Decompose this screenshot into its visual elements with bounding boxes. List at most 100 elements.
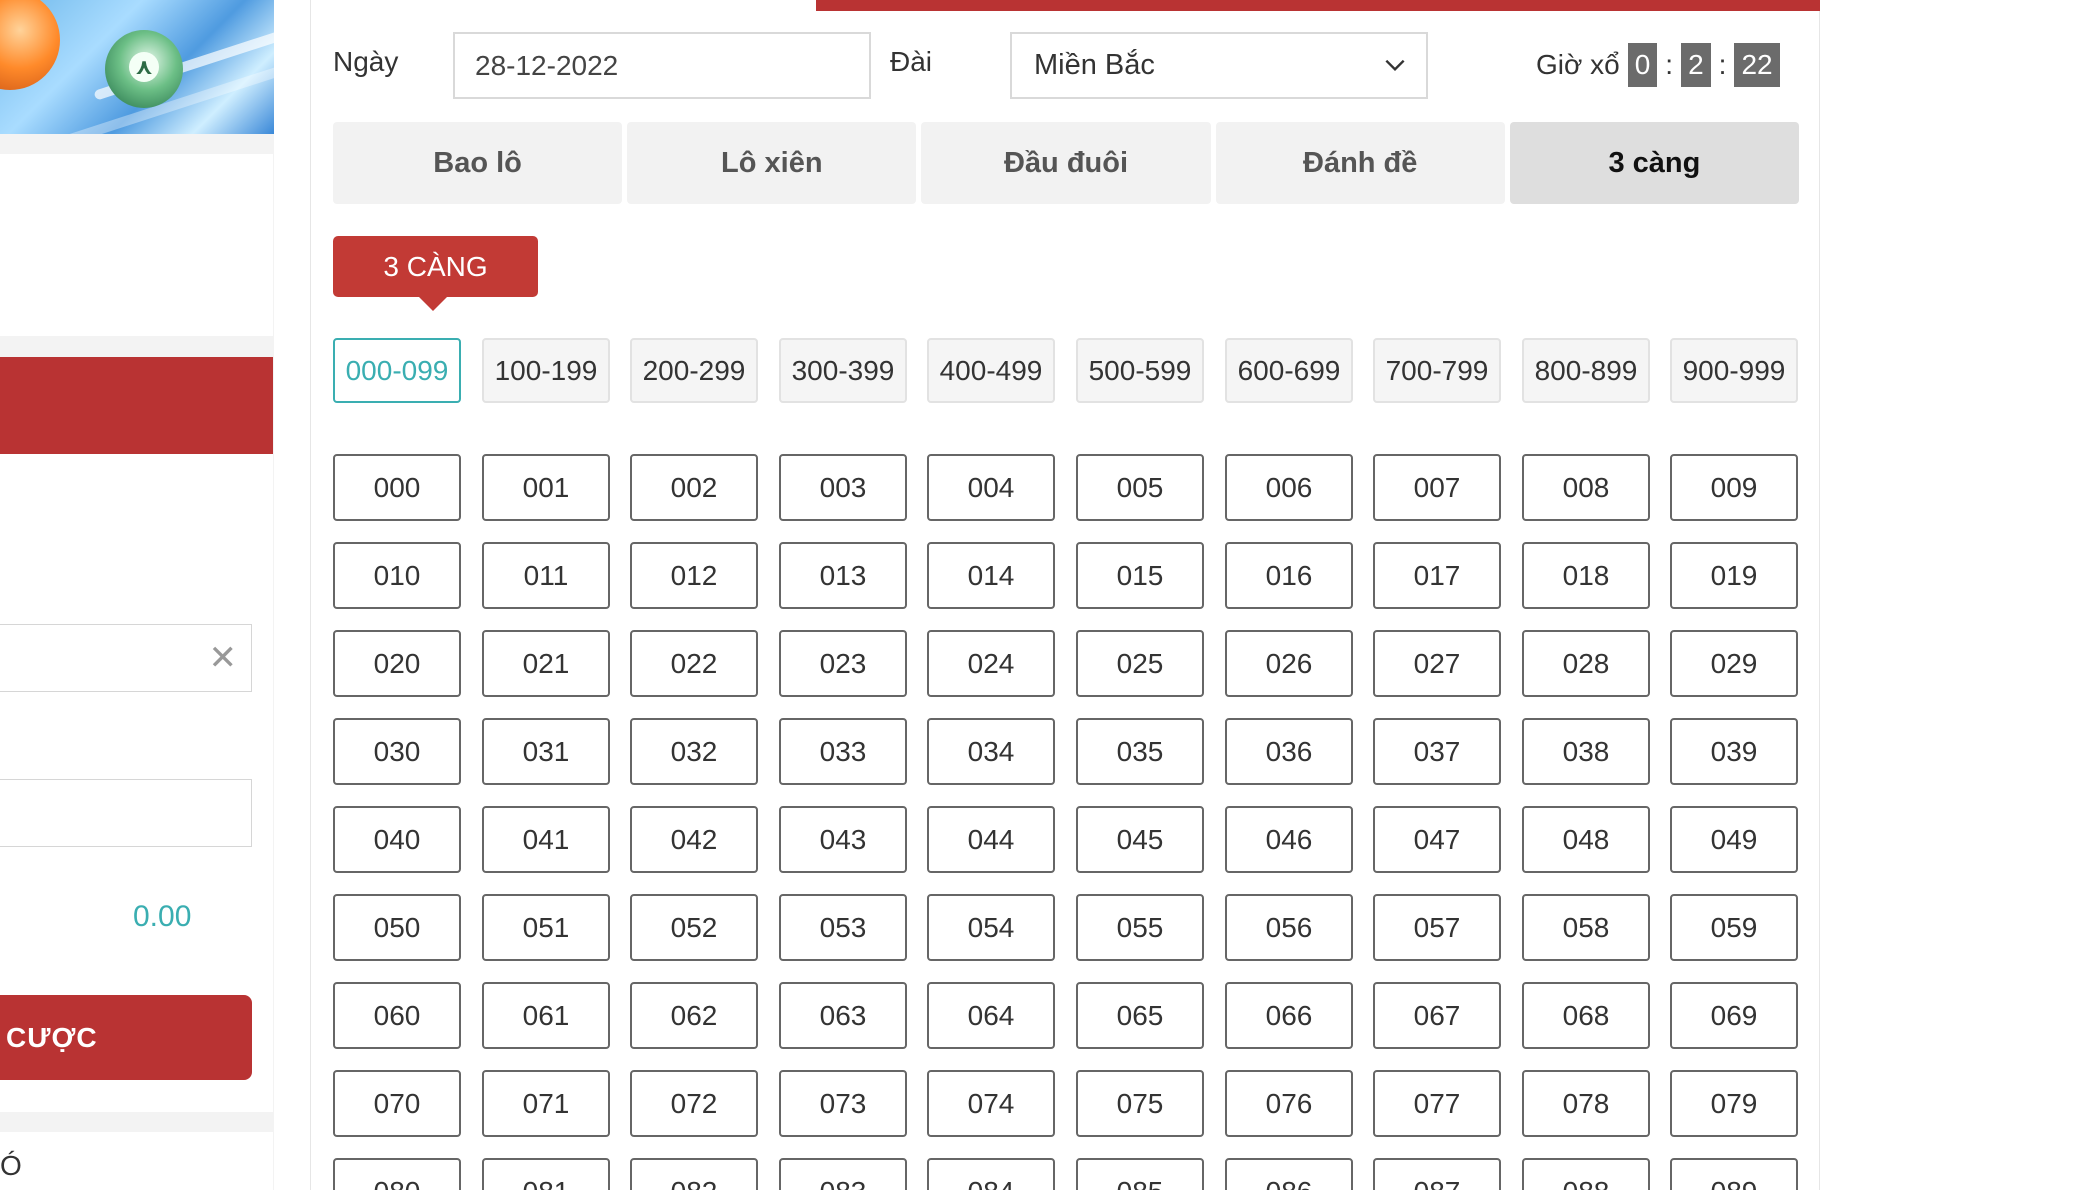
number-button[interactable]: 047 [1373,806,1501,873]
range-button[interactable]: 000-099 [333,338,461,403]
number-button[interactable]: 050 [333,894,461,961]
tab-dau-duoi[interactable]: Đầu đuôi [921,122,1211,204]
number-button[interactable]: 013 [779,542,907,609]
number-button[interactable]: 053 [779,894,907,961]
number-button[interactable]: 079 [1670,1070,1798,1137]
number-button[interactable]: 065 [1076,982,1204,1049]
number-button[interactable]: 023 [779,630,907,697]
number-button[interactable]: 074 [927,1070,1055,1137]
number-button[interactable]: 049 [1670,806,1798,873]
number-button[interactable]: 039 [1670,718,1798,785]
range-button[interactable]: 800-899 [1522,338,1650,403]
number-button[interactable]: 073 [779,1070,907,1137]
number-button[interactable]: 032 [630,718,758,785]
number-button[interactable]: 006 [1225,454,1353,521]
range-button[interactable]: 400-499 [927,338,1055,403]
number-button[interactable]: 055 [1076,894,1204,961]
date-input[interactable] [453,32,871,99]
number-button[interactable]: 054 [927,894,1055,961]
number-button[interactable]: 076 [1225,1070,1353,1137]
range-button[interactable]: 600-699 [1225,338,1353,403]
number-button[interactable]: 072 [630,1070,758,1137]
number-button[interactable]: 044 [927,806,1055,873]
range-button[interactable]: 300-399 [779,338,907,403]
number-button[interactable]: 051 [482,894,610,961]
number-button[interactable]: 030 [333,718,461,785]
number-button[interactable]: 069 [1670,982,1798,1049]
number-button[interactable]: 081 [482,1158,610,1190]
number-button[interactable]: 036 [1225,718,1353,785]
place-bet-button[interactable]: CƯỢC [0,995,252,1080]
number-button[interactable]: 002 [630,454,758,521]
number-button[interactable]: 082 [630,1158,758,1190]
number-button[interactable]: 015 [1076,542,1204,609]
range-button[interactable]: 900-999 [1670,338,1798,403]
number-button[interactable]: 083 [779,1158,907,1190]
number-button[interactable]: 034 [927,718,1055,785]
number-button[interactable]: 016 [1225,542,1353,609]
number-button[interactable]: 061 [482,982,610,1049]
number-button[interactable]: 045 [1076,806,1204,873]
number-button[interactable]: 058 [1522,894,1650,961]
number-button[interactable]: 028 [1522,630,1650,697]
number-button[interactable]: 031 [482,718,610,785]
number-button[interactable]: 020 [333,630,461,697]
close-icon[interactable]: ✕ [209,638,238,678]
number-button[interactable]: 041 [482,806,610,873]
number-button[interactable]: 080 [333,1158,461,1190]
tab-3-cang[interactable]: 3 càng [1509,122,1800,204]
number-button[interactable]: 001 [482,454,610,521]
number-button[interactable]: 018 [1522,542,1650,609]
number-button[interactable]: 000 [333,454,461,521]
number-button[interactable]: 043 [779,806,907,873]
number-button[interactable]: 033 [779,718,907,785]
range-button[interactable]: 100-199 [482,338,610,403]
number-button[interactable]: 014 [927,542,1055,609]
number-button[interactable]: 021 [482,630,610,697]
number-button[interactable]: 017 [1373,542,1501,609]
number-button[interactable]: 042 [630,806,758,873]
number-button[interactable]: 052 [630,894,758,961]
tab-danh-de[interactable]: Đánh đề [1215,122,1505,204]
number-button[interactable]: 066 [1225,982,1353,1049]
number-button[interactable]: 027 [1373,630,1501,697]
tab-bao-lo[interactable]: Bao lô [333,122,623,204]
number-button[interactable]: 009 [1670,454,1798,521]
number-button[interactable]: 005 [1076,454,1204,521]
number-button[interactable]: 088 [1522,1158,1650,1190]
range-button[interactable]: 500-599 [1076,338,1204,403]
number-button[interactable]: 067 [1373,982,1501,1049]
number-button[interactable]: 064 [927,982,1055,1049]
range-button[interactable]: 700-799 [1373,338,1501,403]
number-button[interactable]: 007 [1373,454,1501,521]
number-button[interactable]: 025 [1076,630,1204,697]
number-button[interactable]: 084 [927,1158,1055,1190]
number-button[interactable]: 048 [1522,806,1650,873]
number-button[interactable]: 029 [1670,630,1798,697]
number-button[interactable]: 075 [1076,1070,1204,1137]
number-button[interactable]: 062 [630,982,758,1049]
number-button[interactable]: 037 [1373,718,1501,785]
number-button[interactable]: 019 [1670,542,1798,609]
number-button[interactable]: 057 [1373,894,1501,961]
number-button[interactable]: 012 [630,542,758,609]
number-button[interactable]: 026 [1225,630,1353,697]
number-button[interactable]: 063 [779,982,907,1049]
number-button[interactable]: 035 [1076,718,1204,785]
number-button[interactable]: 011 [482,542,610,609]
number-button[interactable]: 077 [1373,1070,1501,1137]
number-button[interactable]: 056 [1225,894,1353,961]
number-button[interactable]: 040 [333,806,461,873]
number-button[interactable]: 003 [779,454,907,521]
lottery-banner[interactable]: ⋏ [0,0,274,134]
number-button[interactable]: 089 [1670,1158,1798,1190]
range-button[interactable]: 200-299 [630,338,758,403]
number-button[interactable]: 038 [1522,718,1650,785]
number-button[interactable]: 010 [333,542,461,609]
number-button[interactable]: 022 [630,630,758,697]
number-button[interactable]: 046 [1225,806,1353,873]
number-button[interactable]: 085 [1076,1158,1204,1190]
number-button[interactable]: 059 [1670,894,1798,961]
number-button[interactable]: 060 [333,982,461,1049]
number-button[interactable]: 004 [927,454,1055,521]
